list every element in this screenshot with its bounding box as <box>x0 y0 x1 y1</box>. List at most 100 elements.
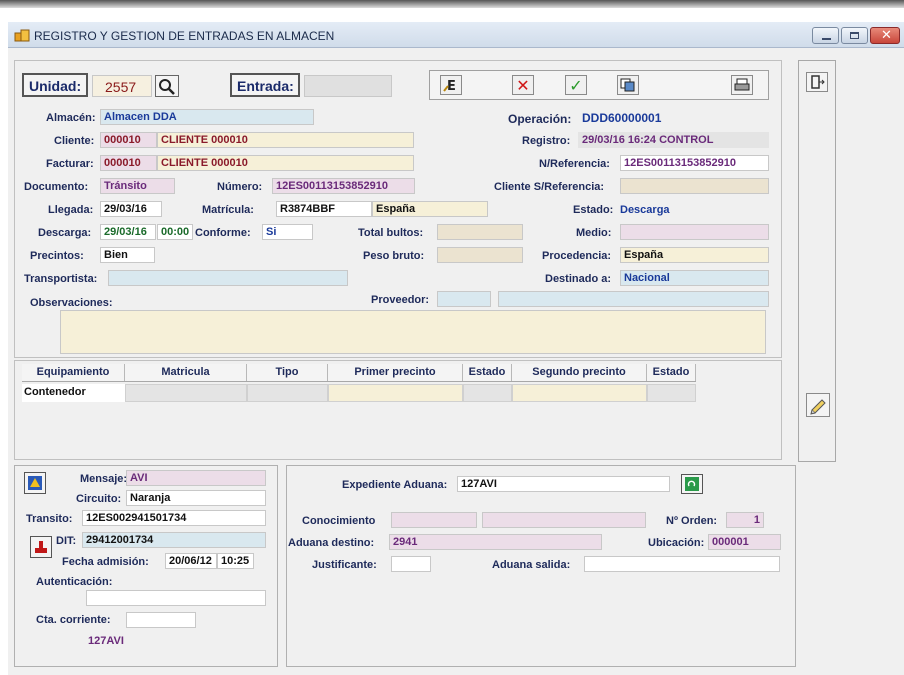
pais-field[interactable]: España <box>372 201 488 217</box>
print-button[interactable] <box>731 75 753 95</box>
descarga-time-field[interactable]: 00:00 <box>157 224 193 240</box>
transito-label: Transito: <box>26 513 73 525</box>
conocimiento-field-b[interactable] <box>482 512 646 528</box>
edit-button[interactable]: E <box>440 75 462 95</box>
close-icon: ✕ <box>881 28 892 43</box>
cta-corriente-label: Cta. corriente: <box>36 614 111 626</box>
peso-bruto-label: Peso bruto: <box>363 250 425 262</box>
col-equipamiento: Equipamiento <box>22 364 125 381</box>
footer-code: 127AVI <box>88 635 124 647</box>
registro-label: Registro: <box>522 135 571 147</box>
expediente-field[interactable]: 127AVI <box>457 476 670 492</box>
llegada-label: Llegada: <box>48 204 94 216</box>
aduana-destino-label: Aduana destino: <box>288 537 375 549</box>
cta-corriente-field[interactable] <box>126 612 196 628</box>
cell-tipo[interactable] <box>247 384 328 402</box>
cell-estado-1[interactable] <box>463 384 512 402</box>
window-title: REGISTRO Y GESTION DE ENTRADAS EN ALMACE… <box>34 29 335 43</box>
aduana-salida-label: Aduana salida: <box>492 559 571 571</box>
facturar-name-field[interactable]: CLIENTE 000010 <box>157 155 414 171</box>
close-button[interactable]: ✕ <box>870 27 900 44</box>
almacen-field[interactable]: Almacen DDA <box>100 109 314 125</box>
transportista-field[interactable] <box>108 270 348 286</box>
proveedor-name-field[interactable] <box>498 291 769 307</box>
note-button[interactable] <box>806 393 830 417</box>
autenticacion-field[interactable] <box>86 590 266 606</box>
message-button[interactable] <box>24 472 46 494</box>
conforme-field[interactable]: Si <box>262 224 313 240</box>
descarga-date-field[interactable]: 29/03/16 <box>100 224 156 240</box>
documento-field[interactable]: Tránsito <box>100 178 175 194</box>
medio-field[interactable] <box>620 224 769 240</box>
precintos-field[interactable]: Bien <box>100 247 155 263</box>
medio-label: Medio: <box>576 227 612 239</box>
destinado-field[interactable]: Nacional <box>620 270 769 286</box>
edit-icon: E <box>443 79 456 94</box>
refresh-icon <box>685 477 699 491</box>
cell-estado-2[interactable] <box>647 384 696 402</box>
col-matricula: Matricula <box>125 364 247 381</box>
unidad-search-button[interactable] <box>155 75 179 97</box>
facturar-code-field[interactable]: 000010 <box>100 155 157 171</box>
message-icon <box>28 476 42 490</box>
delete-button[interactable]: ✕ <box>512 75 534 95</box>
col-estado-2: Estado <box>647 364 696 381</box>
dit-field[interactable]: 29412001734 <box>82 532 266 548</box>
justificante-field[interactable] <box>391 556 431 572</box>
cliente-name-field[interactable]: CLIENTE 000010 <box>157 132 414 148</box>
unidad-label: Unidad: <box>22 73 88 97</box>
aduana-destino-field[interactable]: 2941 <box>389 534 602 550</box>
unidad-value[interactable]: 2557 <box>92 75 152 97</box>
operacion-label: Operación: <box>508 112 572 126</box>
orden-field[interactable]: 1 <box>726 512 764 528</box>
numero-field[interactable]: 12ES00113153852910 <box>272 178 415 194</box>
refresh-button[interactable] <box>681 474 703 494</box>
table-header-line <box>22 381 696 382</box>
documento-label: Documento: <box>24 181 89 193</box>
dit-label: DIT: <box>56 535 77 547</box>
operacion-value: DDD60000001 <box>582 111 662 125</box>
dit-button[interactable] <box>30 536 52 558</box>
col-segundo-precinto: Segundo precinto <box>512 364 647 381</box>
fecha-admision-time[interactable]: 10:25 <box>217 553 254 569</box>
minimize-button[interactable] <box>812 27 839 44</box>
fecha-admision-date[interactable]: 20/06/12 <box>165 553 217 569</box>
cell-equipamiento[interactable]: Contenedor <box>22 384 125 402</box>
maximize-icon <box>850 32 859 39</box>
observaciones-textarea[interactable] <box>60 310 766 354</box>
sref-label: Cliente S/Referencia: <box>494 181 605 193</box>
top-shadow <box>0 0 904 8</box>
transito-field[interactable]: 12ES002941501734 <box>82 510 266 526</box>
proveedor-code-field[interactable] <box>437 291 491 307</box>
exit-button[interactable] <box>806 72 828 92</box>
maximize-button[interactable] <box>841 27 868 44</box>
total-bultos-field[interactable] <box>437 224 523 240</box>
matricula-field[interactable]: R3874BBF <box>276 201 372 217</box>
confirm-button[interactable]: ✓ <box>565 75 587 95</box>
mensaje-field[interactable]: AVI <box>126 470 266 486</box>
cell-segundo-precinto[interactable] <box>512 384 647 402</box>
stamp-icon <box>35 541 47 553</box>
aduana-salida-field[interactable] <box>584 556 780 572</box>
ubicacion-field[interactable]: 000001 <box>708 534 781 550</box>
llegada-field[interactable]: 29/03/16 <box>100 201 162 217</box>
precintos-label: Precintos: <box>30 250 84 262</box>
conforme-label: Conforme: <box>195 227 251 239</box>
cell-primer-precinto[interactable] <box>328 384 463 402</box>
sref-field[interactable] <box>620 178 769 194</box>
autenticacion-label: Autenticación: <box>36 576 113 588</box>
cliente-code-field[interactable]: 000010 <box>100 132 157 148</box>
conocimiento-field-a[interactable] <box>391 512 477 528</box>
col-tipo: Tipo <box>247 364 328 381</box>
circuito-field[interactable]: Naranja <box>126 490 266 506</box>
nref-field[interactable]: 12ES00113153852910 <box>620 155 769 171</box>
x-icon: ✕ <box>516 75 530 95</box>
expediente-label: Expediente Aduana: <box>342 479 448 491</box>
procedencia-field[interactable]: España <box>620 247 769 263</box>
entrada-value[interactable] <box>304 75 392 97</box>
peso-bruto-field[interactable] <box>437 247 523 263</box>
copy-button[interactable] <box>617 75 639 95</box>
cell-matricula[interactable] <box>125 384 247 402</box>
almacen-label: Almacén: <box>46 112 96 124</box>
circuito-label: Circuito: <box>76 493 122 505</box>
